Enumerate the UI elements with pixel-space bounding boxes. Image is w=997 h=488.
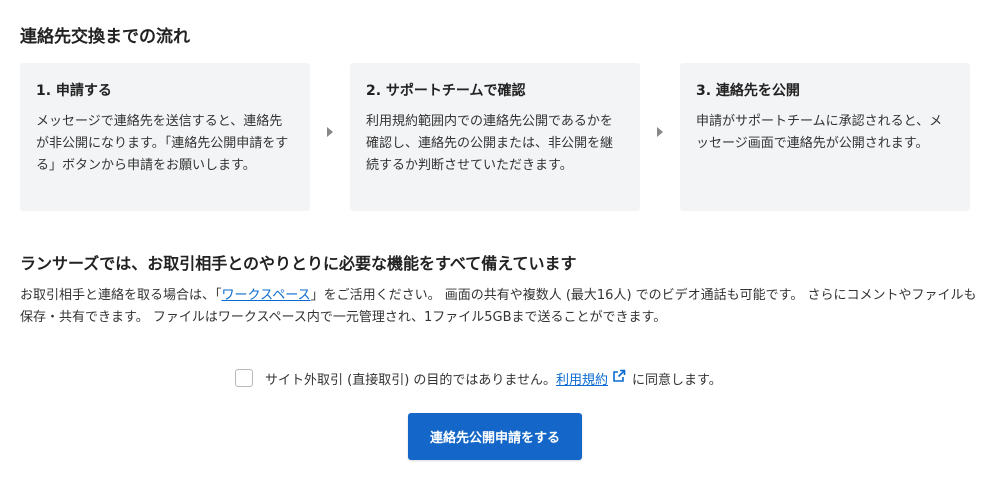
step-description: 申請がサポートチームに承認されると、メッセージ画面で連絡先が公開されます。 [696,114,943,151]
agreement-checkbox[interactable] [235,369,253,387]
step-title: 2. サポートチームで確認 [366,83,526,99]
external-link-icon[interactable] [612,369,626,387]
agreement-text: サイト外取引 (直接取引) の目的ではありません。 [265,372,557,388]
process-steps: 1. 申請する メッセージで連絡先を送信すると、連絡先が非公開になります。「連絡… [20,63,970,211]
feature-description: お取引相手と連絡を取る場合は、「ワークスペース」をご活用ください。 画面の共有や… [20,285,982,329]
feature-desc-text: お取引相手と連絡を取る場合は、「 [20,288,222,303]
step-title: 1. 申請する [36,83,112,99]
feature-title: ランサーズでは、お取引相手とのやりとりに必要な機能をすべて備えています [20,254,577,273]
step-description: 利用規約範囲内での連絡先公開であるかを確認し、連絡先の公開または、非公開を継続す… [366,114,614,173]
step-card-publish: 3. 連絡先を公開 申請がサポートチームに承認されると、メッセージ画面で連絡先が… [680,63,970,211]
step-card-apply: 1. 申請する メッセージで連絡先を送信すると、連絡先が非公開になります。「連絡… [20,63,310,211]
step-card-review: 2. サポートチームで確認 利用規約範囲内での連絡先公開であるかを確認し、連絡先… [350,63,640,211]
agreement-row: サイト外取引 (直接取引) の目的ではありません。 利用規約 に同意します。 [235,367,722,389]
terms-link[interactable]: 利用規約 [556,369,608,388]
section-title: 連絡先交換までの流れ [20,27,190,47]
arrow-right-icon [327,127,333,137]
workspace-link[interactable]: ワークスペース [222,288,311,303]
step-description: メッセージで連絡先を送信すると、連絡先が非公開になります。「連絡先公開申請をする… [36,114,289,173]
arrow-right-icon [657,127,663,137]
agreement-text: に同意します。 [632,372,722,388]
submit-contact-request-button[interactable]: 連絡先公開申請をする [408,413,582,460]
step-title: 3. 連絡先を公開 [696,83,800,99]
